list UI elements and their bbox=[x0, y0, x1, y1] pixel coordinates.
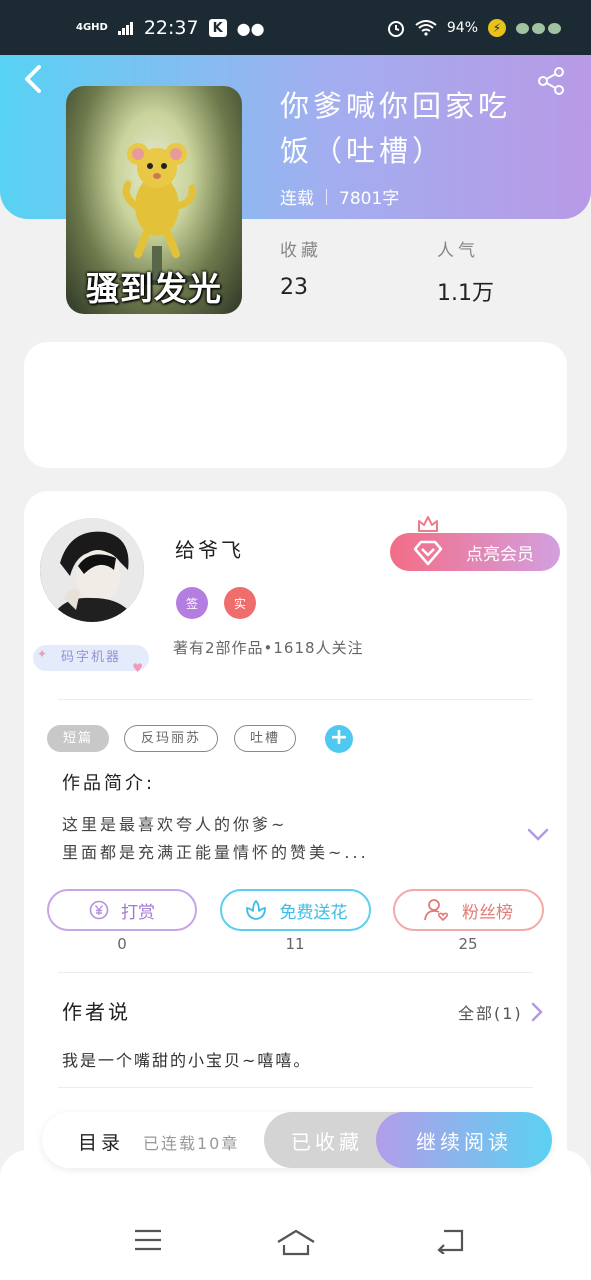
author-name[interactable]: 给爷飞 bbox=[175, 534, 244, 563]
avatar-image bbox=[40, 518, 144, 622]
author-works-summary: 著有2部作品•1618人关注 bbox=[173, 639, 364, 657]
fans-count: 25 bbox=[458, 935, 478, 953]
book-cover[interactable]: 骚到发光 bbox=[66, 86, 242, 314]
divider bbox=[58, 699, 533, 700]
yuan-coin-icon bbox=[89, 900, 109, 920]
wechat-icon: ●● bbox=[236, 18, 265, 38]
status-right: 94% ⚡ bbox=[387, 19, 561, 37]
intro-line-1: 这里是最喜欢夸人的你爹~ bbox=[62, 815, 288, 834]
star-icon: ✦ bbox=[37, 647, 50, 661]
add-tag-button[interactable]: + bbox=[325, 725, 353, 753]
verified-badge: 实 bbox=[224, 587, 256, 619]
tag-chip[interactable]: 短篇 bbox=[47, 725, 109, 752]
wifi-icon bbox=[415, 20, 437, 36]
home-icon[interactable] bbox=[276, 1228, 316, 1256]
serial-chapter-count: 已连载10章 bbox=[143, 1134, 240, 1153]
book-title-line-2: 饭（吐槽） bbox=[280, 134, 446, 168]
send-flower-label: 免费送花 bbox=[279, 902, 348, 923]
charging-icon: ⚡ bbox=[488, 19, 506, 37]
collected-label: 已收藏 bbox=[291, 1129, 363, 1154]
back-nav-icon[interactable] bbox=[436, 1228, 466, 1254]
continue-reading-label: 继续阅读 bbox=[416, 1129, 512, 1154]
author-says-text: 我是一个嘴甜的小宝贝~嘻嘻。 bbox=[62, 1051, 312, 1070]
stat-value: 23 bbox=[280, 275, 308, 300]
meta-divider bbox=[326, 188, 327, 205]
stat-value: 1.1万 bbox=[437, 281, 494, 306]
chevron-right-icon[interactable] bbox=[531, 1002, 543, 1022]
chevron-left-icon bbox=[25, 65, 41, 93]
intro-line-2: 里面都是充满正能量情怀的赞美~... bbox=[62, 843, 369, 862]
table-of-contents-button[interactable]: 目录 bbox=[78, 1128, 124, 1155]
author-tag-label: 码字机器 bbox=[60, 650, 121, 665]
stat-popularity: 人气 1.1万 bbox=[437, 236, 494, 307]
battery-level: 94% bbox=[446, 20, 478, 36]
chevron-down-icon[interactable] bbox=[527, 828, 549, 842]
flower-icon bbox=[245, 900, 266, 920]
reward-count: 0 bbox=[117, 935, 127, 953]
system-nav-bar bbox=[0, 1150, 591, 1280]
stat-favorites: 收藏 23 bbox=[280, 236, 322, 300]
reward-label: 打赏 bbox=[121, 902, 155, 923]
status-bar: 4GHD 22:37 K ●● 94% ⚡ bbox=[0, 0, 591, 56]
signal-icon bbox=[117, 22, 133, 35]
fans-ranking-button[interactable]: 粉丝榜 bbox=[393, 889, 544, 931]
tag-chip[interactable]: 反玛丽苏 bbox=[124, 725, 218, 752]
network-indicator: 4GHD bbox=[76, 22, 108, 33]
intro-title: 作品简介: bbox=[62, 773, 156, 794]
divider bbox=[58, 972, 533, 973]
flower-count: 11 bbox=[285, 935, 305, 953]
author-avatar[interactable] bbox=[40, 518, 144, 622]
stat-label: 人气 bbox=[437, 241, 479, 261]
vip-label: 点亮会员 bbox=[466, 544, 534, 565]
book-title-line-1: 你爹喊你回家吃 bbox=[280, 89, 512, 123]
continue-reading-button[interactable]: 继续阅读 bbox=[376, 1112, 552, 1168]
send-flower-button[interactable]: 免费送花 bbox=[220, 889, 371, 931]
crown-icon bbox=[418, 516, 438, 532]
cover-caption: 骚到发光 bbox=[86, 269, 222, 308]
word-count: 7801字 bbox=[339, 189, 400, 209]
diamond-icon bbox=[413, 540, 443, 566]
blank-card bbox=[24, 342, 567, 468]
reward-button[interactable]: 打赏 bbox=[47, 889, 197, 931]
app-notification-icon: K bbox=[208, 19, 227, 37]
menu-icon[interactable] bbox=[134, 1228, 162, 1252]
app-notification-dots bbox=[516, 22, 561, 34]
status-left: 4GHD 22:37 K ●● bbox=[76, 17, 265, 39]
book-meta: 连载 7801字 bbox=[280, 184, 399, 209]
stat-label: 收藏 bbox=[280, 241, 322, 261]
fans-ranking-label: 粉丝榜 bbox=[462, 902, 513, 923]
author-says-all-link[interactable]: 全部(1) bbox=[458, 1000, 523, 1024]
divider bbox=[58, 1087, 533, 1088]
author-title-tag: ✦ 码字机器 ♥ bbox=[33, 645, 149, 675]
back-button[interactable] bbox=[22, 64, 48, 96]
heart-icon: ♥ bbox=[132, 661, 145, 675]
serial-status: 连载 bbox=[280, 189, 314, 209]
tag-chip[interactable]: 吐槽 bbox=[234, 725, 296, 752]
clock: 22:37 bbox=[143, 17, 199, 39]
alarm-icon bbox=[387, 21, 404, 37]
author-says-title: 作者说 bbox=[62, 1000, 131, 1024]
book-title: 你爹喊你回家吃 饭（吐槽） bbox=[280, 84, 560, 174]
fans-icon bbox=[424, 899, 449, 922]
signed-badge: 签 bbox=[176, 587, 208, 619]
